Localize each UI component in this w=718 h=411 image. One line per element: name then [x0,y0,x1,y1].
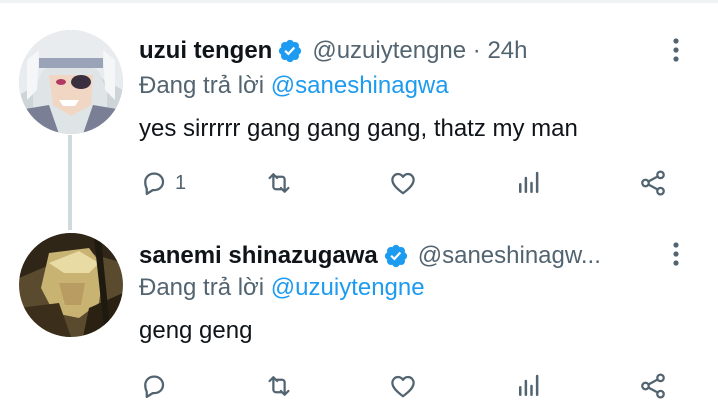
retweet-icon [268,173,290,193]
handle[interactable]: @uzuiytengne [312,37,466,65]
more-vertical-icon[interactable] [664,239,688,269]
analytics-button[interactable] [514,370,544,402]
mention-link[interactable]: @saneshinagwa [271,72,449,99]
action-bar [139,370,679,402]
reply-button[interactable] [139,370,175,402]
more-vertical-icon[interactable] [664,35,688,65]
verified-badge-icon [384,244,407,268]
share-icon [641,373,665,399]
share-button[interactable] [638,370,668,402]
tweet-header: uzui tengen @uzuiytengne · 24h [139,37,528,65]
tweet-header: sanemi shinazugawa @saneshinagw... [139,242,601,270]
replying-to: Đang trả lời @uzuiytengne [139,274,425,302]
tweet-1[interactable]: uzui tengen @uzuiytengne · 24h Đang trả … [0,0,718,230]
retweet-icon [268,376,290,396]
share-button[interactable] [638,167,668,199]
tweet-text: geng geng [139,317,253,344]
like-icon [391,172,415,195]
analytics-icon [519,374,539,396]
reply-button[interactable]: 1 [139,167,186,199]
analytics-button[interactable] [514,167,544,199]
display-name[interactable]: sanemi shinazugawa [139,242,378,270]
reply-icon [144,172,165,195]
retweet-button[interactable] [264,370,294,402]
like-button[interactable] [388,167,418,199]
like-icon [391,375,415,398]
timestamp[interactable]: 24h [487,37,527,65]
verified-badge-icon [279,39,302,63]
replying-to-label: Đang trả lời [139,72,271,99]
reply-count: 1 [175,171,187,194]
tweet-text: yes sirrrrr gang gang gang, thatz my man [139,115,578,142]
avatar[interactable] [19,30,123,134]
mention-link[interactable]: @uzuiytengne [271,274,425,301]
like-button[interactable] [388,370,418,402]
tweet-2[interactable]: sanemi shinazugawa @saneshinagw... Đang … [0,230,718,411]
analytics-icon [519,171,539,193]
share-icon [641,170,665,196]
retweet-button[interactable] [264,167,294,199]
replying-to-label: Đang trả lời [139,274,271,301]
avatar[interactable] [19,233,123,337]
action-bar: 1 [139,167,679,199]
separator: · [466,37,488,64]
replying-to: Đang trả lời @saneshinagwa [139,72,449,100]
display-name[interactable]: uzui tengen [139,37,272,65]
thread-line [68,135,72,230]
reply-icon [144,375,165,398]
handle[interactable]: @saneshinagw... [418,242,601,270]
